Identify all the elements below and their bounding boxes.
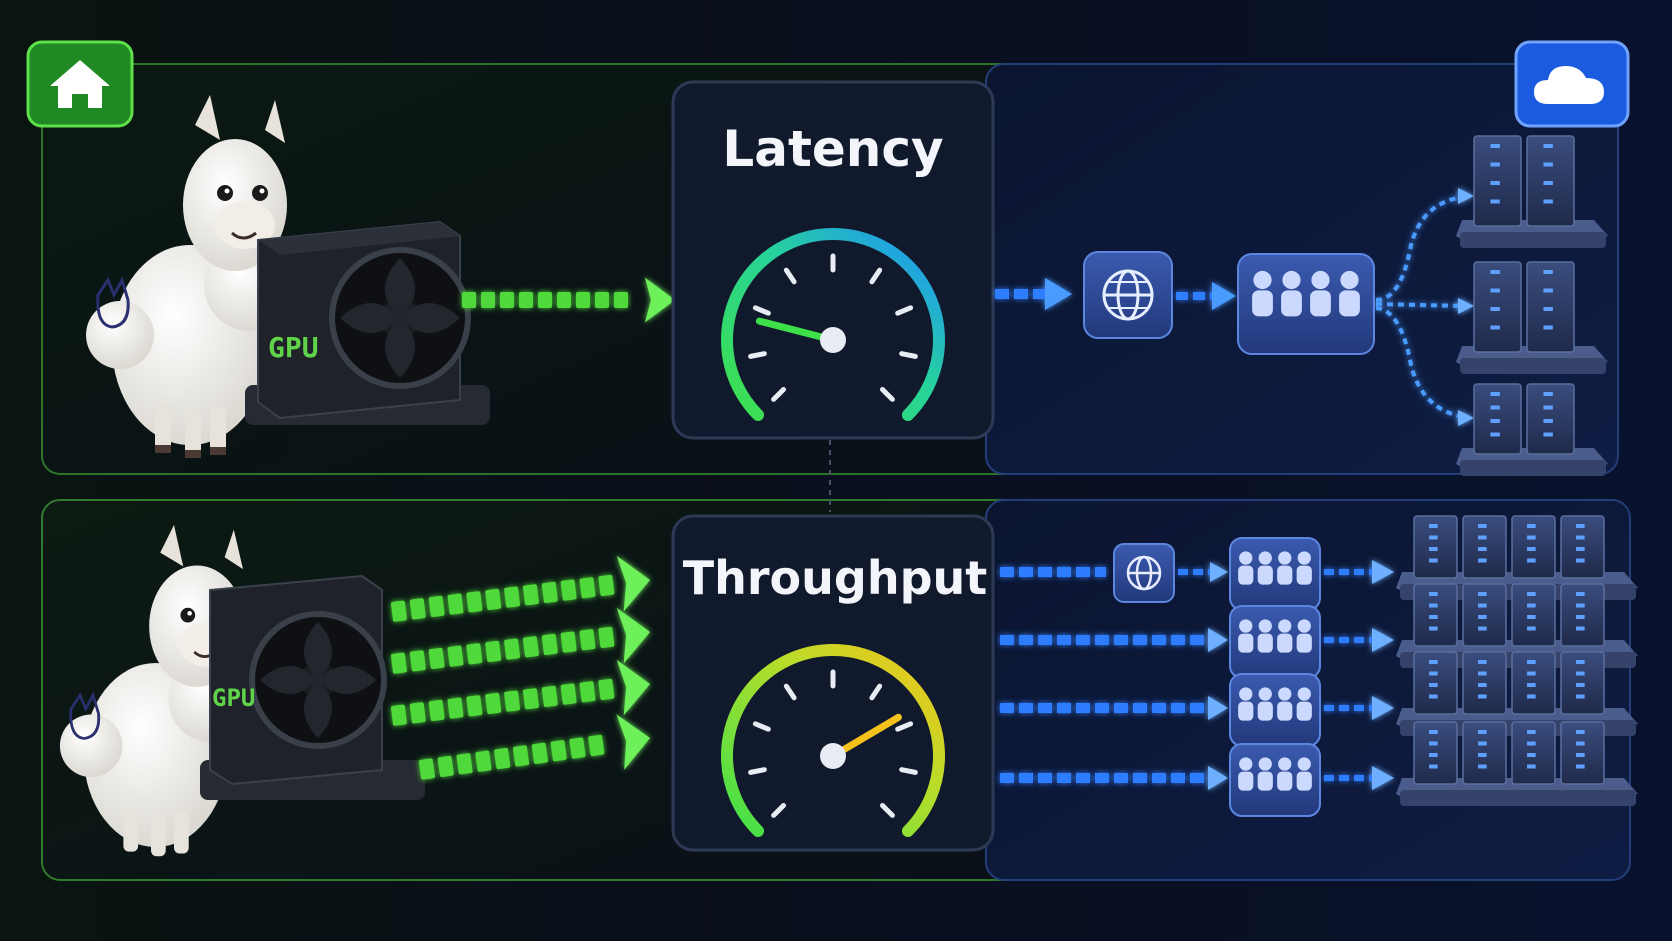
- globe-icon-bottom: [1113, 543, 1175, 603]
- cloud-icon: [1514, 40, 1630, 128]
- gpu-icon: GPU: [245, 220, 490, 425]
- users-group-icon: [1229, 537, 1321, 611]
- users-group-icon: [1229, 743, 1321, 817]
- gpu-label-top: GPU: [268, 331, 319, 364]
- gauge-tick: [899, 767, 918, 775]
- gauge-tick: [899, 351, 918, 359]
- home-icon: [26, 40, 134, 128]
- gauge-hub: [820, 743, 846, 769]
- users-group-icon: [1237, 253, 1375, 355]
- latency-throughput-diagram: GPU Latency GPU Throughput: [0, 0, 1672, 941]
- gauge-tick: [748, 767, 767, 775]
- globe-icon: [1083, 251, 1173, 339]
- server-rack: [1396, 721, 1638, 806]
- latency-title: Latency: [722, 120, 943, 178]
- gpu-label-bottom: GPU: [212, 684, 255, 712]
- throughput-title: Throughput: [683, 551, 988, 605]
- gauge-hub: [820, 327, 846, 353]
- users-group-icon: [1229, 673, 1321, 747]
- gauge-tick: [748, 351, 767, 359]
- users-group-icon: [1229, 605, 1321, 679]
- server-rack-icon-bottom: [1396, 515, 1638, 806]
